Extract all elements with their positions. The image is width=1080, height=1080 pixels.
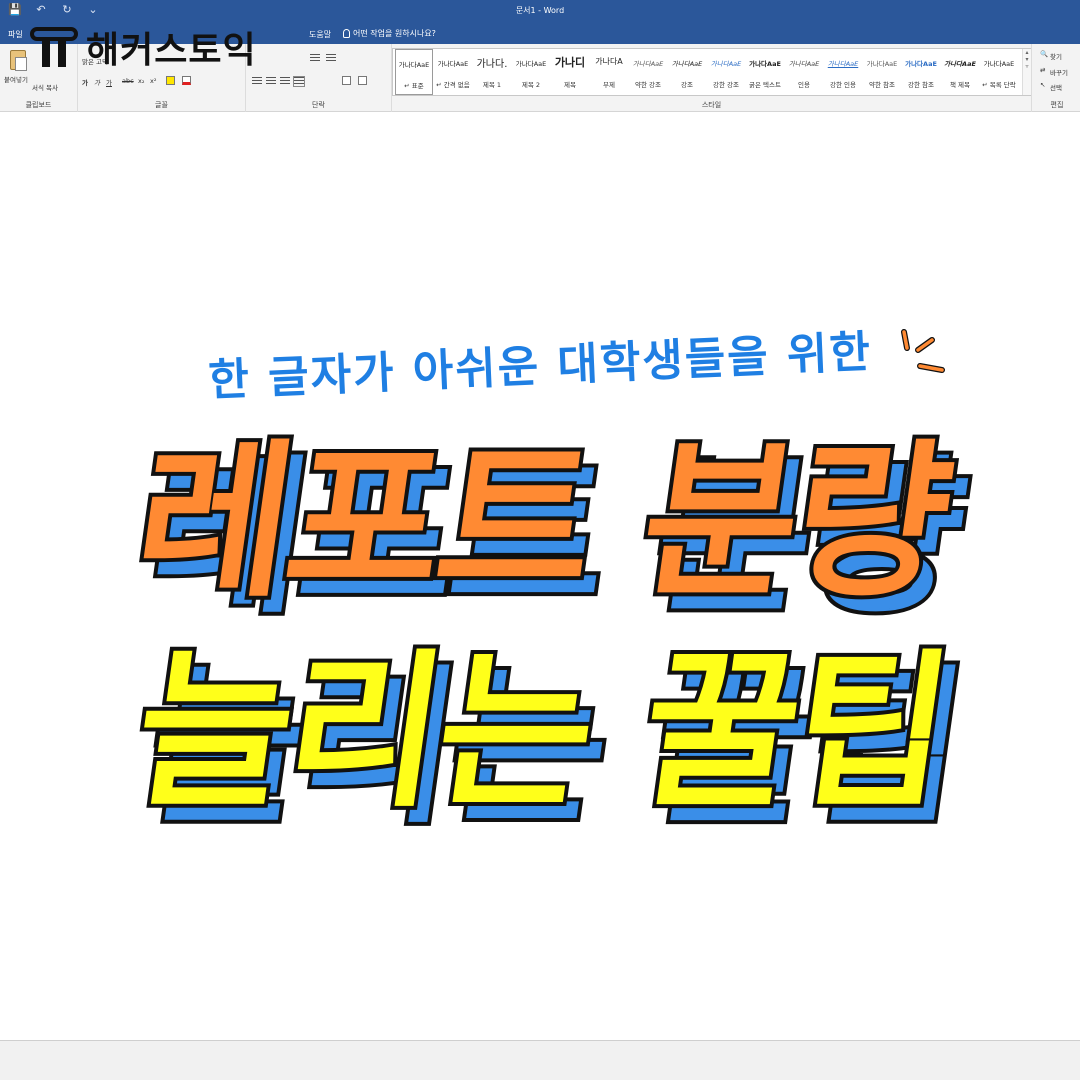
window-title: 문서1 - Word (515, 6, 565, 15)
underline-button[interactable]: 가 (106, 77, 112, 87)
tell-me-box[interactable]: 어떤 작업을 원하시나요? (343, 28, 436, 39)
font-color-icon[interactable] (182, 76, 191, 85)
styles-group-label: 스타일 (701, 101, 722, 109)
headline-line-1-text: 레포트 분량 (120, 420, 963, 624)
hackers-toeic-logo: 해커스토익 (30, 22, 257, 72)
shading-icon[interactable] (342, 76, 351, 85)
tell-me-text: 어떤 작업을 원하시나요? (353, 29, 436, 38)
font-group-label: 글꼴 (155, 101, 168, 109)
align-center-icon[interactable] (266, 77, 276, 86)
align-right-icon[interactable] (280, 77, 290, 86)
italic-button[interactable]: 가 (94, 77, 100, 87)
lightbulb-icon (343, 29, 350, 38)
justify-icon[interactable] (293, 76, 305, 87)
tab-help[interactable]: 도움말 (309, 29, 331, 40)
paste-icon[interactable] (10, 50, 27, 71)
replace-button[interactable]: 바꾸기 (1050, 67, 1068, 77)
logo-text: 해커스토익 (86, 30, 257, 71)
bold-button[interactable]: 가 (82, 77, 88, 87)
highlight-color-icon[interactable] (166, 76, 175, 85)
clipboard-group-label: 클립보드 (25, 101, 52, 109)
numbering-icon[interactable] (326, 54, 336, 63)
replace-icon[interactable]: ⇄ (1040, 66, 1045, 74)
paragraph-group: 단락 (246, 44, 392, 112)
headline-line-2: 늘리는 꿀팁 늘리는 꿀팁 (0, 630, 1080, 850)
borders-icon[interactable] (358, 76, 367, 85)
styles-group: 스타일 (392, 44, 1032, 112)
tab-file[interactable]: 파일 (8, 29, 23, 40)
headline-line-1: 레포트 분량 레포트 분량 (0, 420, 1080, 640)
strikethrough-button[interactable]: abc (122, 77, 134, 85)
select-icon[interactable]: ↖ (1040, 81, 1045, 89)
find-icon[interactable]: 🔍 (1040, 50, 1048, 58)
align-left-icon[interactable] (252, 77, 262, 86)
editing-group: 🔍 찾기 ⇄ 바꾸기 ↖ 선택 편집 (1034, 44, 1080, 112)
subscript-button[interactable]: x₂ (138, 77, 144, 85)
select-button[interactable]: 선택 (1050, 82, 1062, 92)
paste-button-label[interactable]: 붙여넣기 (4, 74, 28, 84)
spark-decoration-icon (901, 329, 945, 373)
editing-group-label: 편집 (1050, 101, 1064, 109)
headline-line-2-text: 늘리는 꿀팁 (120, 630, 963, 834)
paragraph-group-label: 단락 (312, 101, 325, 109)
bullets-icon[interactable] (310, 54, 320, 63)
find-button[interactable]: 찾기 (1050, 51, 1062, 61)
logo-mark-icon (30, 25, 78, 69)
title-bar: 💾 ↶ ↻ ⌄ 문서1 - Word (0, 0, 1080, 22)
superscript-button[interactable]: x² (150, 77, 156, 85)
status-bar (0, 1040, 1080, 1080)
format-painter-button[interactable]: 서식 복사 (32, 82, 58, 92)
